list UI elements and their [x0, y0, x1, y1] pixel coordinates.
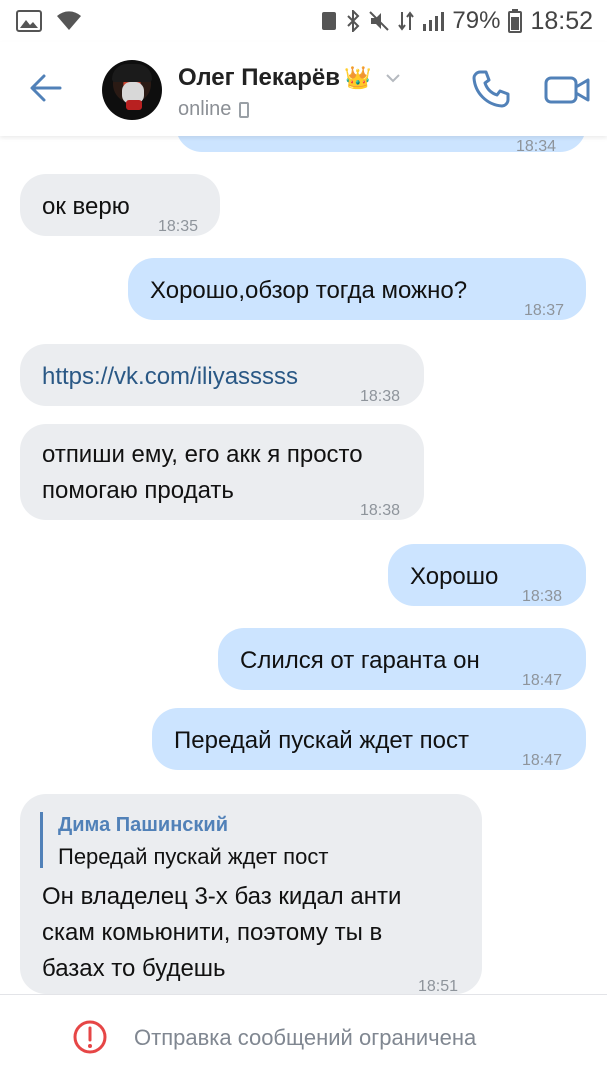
wifi-icon	[57, 11, 81, 30]
chevron-down-icon	[386, 74, 401, 83]
clock: 18:52	[530, 6, 593, 35]
message-bubble-incoming[interactable]: ок верю 18:35	[20, 174, 220, 236]
message-bubble-outgoing[interactable]: Хорошо,обзор тогда можно? 18:37	[128, 258, 586, 320]
bluetooth-icon	[347, 10, 360, 32]
message-text: Передай пускай ждет пост	[174, 727, 469, 754]
message-bubble-outgoing[interactable]: Передай пускай ждет пост 18:47	[152, 708, 586, 770]
message-time: 18:38	[522, 588, 563, 605]
message-time: 18:38	[360, 502, 401, 519]
avatar[interactable]	[102, 60, 162, 120]
message-bubble-outgoing[interactable]: Слился от гаранта он 18:47	[218, 628, 586, 690]
signal-icon	[423, 12, 445, 31]
message-time: 18:35	[158, 218, 199, 235]
back-arrow-icon[interactable]	[28, 70, 64, 106]
mute-icon	[369, 11, 390, 31]
message-text: Хорошо,обзор тогда можно?	[150, 277, 468, 304]
video-call-icon[interactable]	[544, 70, 590, 110]
message-time: 18:47	[522, 672, 563, 689]
message-bubble-incoming[interactable]: https://vk.com/iliyasssss 18:38	[20, 344, 424, 406]
message-bubble-outgoing[interactable]: Хорошо 18:38	[388, 544, 586, 606]
restricted-footer: Отправка сообщений ограничена	[0, 994, 607, 1080]
message-text: Слился от гаранта он	[240, 647, 480, 674]
status-bar: 79% 18:52	[0, 0, 607, 42]
message-text: Хорошо	[410, 563, 499, 590]
message-text-line: скам комьюнити, поэтому ты в	[42, 919, 383, 946]
reply-author[interactable]: Дима Пашинский	[58, 808, 228, 842]
message-text-line: базах то будешь	[42, 955, 226, 982]
phone-call-icon[interactable]	[470, 68, 512, 110]
mobile-device-icon	[239, 101, 250, 118]
crown-icon: 👑	[344, 65, 372, 90]
online-status: online	[178, 98, 232, 120]
battery-percent: 79%	[452, 7, 501, 34]
message-bubble-incoming[interactable]: отпиши ему, его акк я просто помогаю про…	[20, 424, 424, 520]
reply-quote-text: Передай пускай ждет пост	[58, 844, 329, 869]
message-link[interactable]: https://vk.com/iliyasssss	[42, 360, 298, 394]
message-bubble-incoming-reply[interactable]: Дима Пашинский Передай пускай ждет пост …	[20, 794, 482, 995]
contact-name: Олег Пекарёв	[178, 64, 341, 91]
data-arrows-icon	[398, 11, 415, 31]
restriction-notice: Отправка сообщений ограничена	[134, 1025, 477, 1050]
recycle-icon	[322, 12, 337, 30]
contact-name-row[interactable]: Олег Пекарёв 👑	[178, 64, 401, 92]
reply-quote-bar	[40, 812, 43, 868]
battery-icon	[508, 9, 523, 33]
gallery-notification-icon	[16, 10, 42, 32]
message-time: 18:38	[360, 388, 401, 405]
message-text-line: Он владелец 3-х баз кидал анти	[42, 883, 402, 910]
chat-header: Олег Пекарёв 👑 online	[0, 42, 607, 136]
message-time: 18:47	[522, 752, 563, 769]
message-time: 18:37	[524, 302, 565, 319]
warning-icon	[73, 1020, 107, 1054]
presence-status: online	[178, 98, 250, 121]
message-text-line: помогаю продать	[42, 477, 234, 504]
message-text: ок верю	[42, 193, 130, 220]
message-text-line: отпиши ему, его акк я просто	[42, 441, 363, 468]
